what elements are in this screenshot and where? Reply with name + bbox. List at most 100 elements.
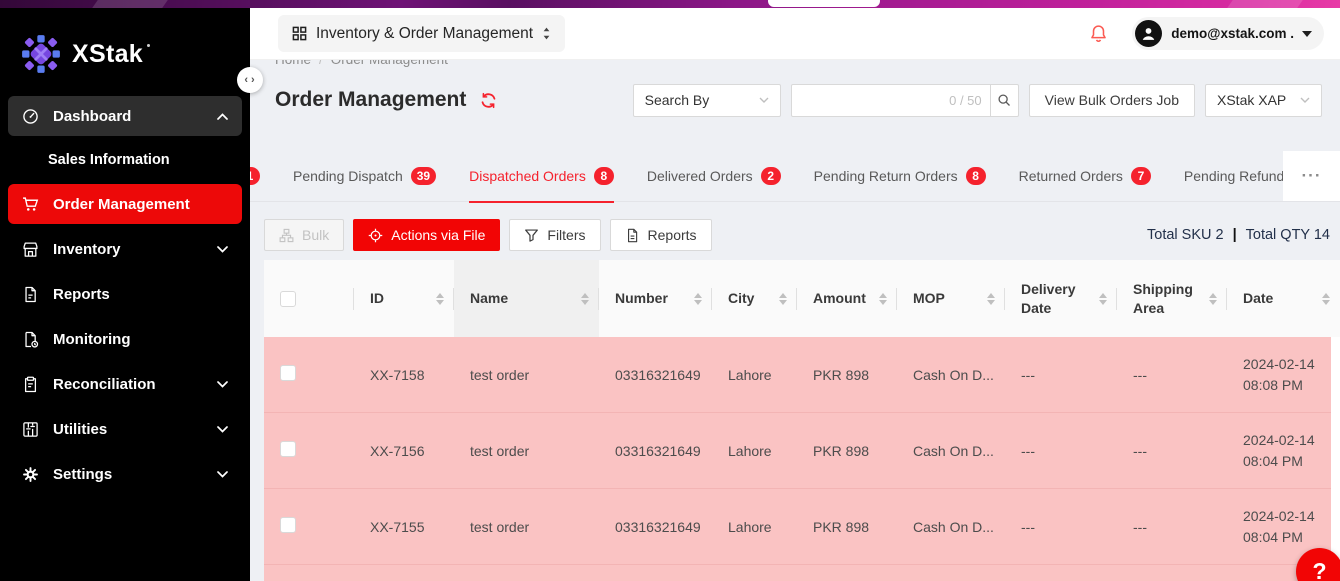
- sidebar-collapse-button[interactable]: ‹ ›: [237, 67, 263, 93]
- cell-delivery_date: ---: [1005, 519, 1117, 535]
- search-by-select[interactable]: Search By: [633, 84, 781, 117]
- sidebar-subitem-sales-information[interactable]: Sales Information: [0, 141, 250, 179]
- tab-label: Returned Orders: [1019, 168, 1123, 184]
- row-checkbox[interactable]: [280, 441, 296, 457]
- gear-icon: [22, 466, 39, 483]
- user-menu[interactable]: demo@xstak.com .: [1132, 17, 1324, 50]
- column-header-amount[interactable]: Amount: [797, 260, 897, 337]
- column-label: City: [728, 289, 754, 308]
- search-input[interactable]: [792, 85, 949, 116]
- toolbar: Bulk Actions via File Filters Report: [264, 219, 1330, 251]
- search-icon[interactable]: [990, 85, 1018, 116]
- sidebar-item-reconciliation[interactable]: Reconciliation: [8, 364, 242, 404]
- tab-pending-return-orders[interactable]: Pending Return Orders8: [814, 151, 986, 202]
- cell-date: 2024-02-14 08:04 PM: [1227, 506, 1331, 548]
- column-label: ID: [370, 289, 384, 308]
- report-file-icon: [625, 228, 640, 243]
- cart-icon: [22, 196, 39, 213]
- view-bulk-orders-job-button[interactable]: View Bulk Orders Job: [1029, 84, 1195, 117]
- table-row-partial: [264, 565, 1331, 581]
- cell-city: Lahore: [712, 443, 797, 459]
- total-sku: Total SKU 2: [1147, 227, 1224, 243]
- app-window: XStak DashboardSales InformationOrder Ma…: [0, 0, 1340, 581]
- up-down-arrows-icon: [542, 27, 551, 40]
- column-header-city[interactable]: City: [712, 260, 797, 337]
- tab-clipped-badge[interactable]: 1: [250, 167, 260, 185]
- more-tabs-button[interactable]: ···: [1283, 151, 1340, 201]
- cell-mop: Cash On D...: [897, 367, 1005, 383]
- actions-via-file-button[interactable]: Actions via File: [353, 219, 500, 251]
- logo-trademark-dot: [147, 44, 150, 47]
- row-select-cell: [264, 517, 354, 536]
- reports-label: Reports: [648, 227, 697, 243]
- tab-label: Pending Dispatch: [293, 168, 403, 184]
- dashboard-icon: [22, 108, 39, 125]
- row-checkbox[interactable]: [280, 517, 296, 533]
- column-header-name[interactable]: Name: [454, 260, 599, 337]
- sidebar-item-monitoring[interactable]: Monitoring: [8, 319, 242, 359]
- column-header-mop[interactable]: MOP: [897, 260, 1005, 337]
- bulk-button[interactable]: Bulk: [264, 219, 344, 251]
- sidebar-item-label: Dashboard: [53, 108, 131, 125]
- column-header-date[interactable]: Date: [1227, 260, 1340, 337]
- breadcrumb-home[interactable]: Home: [275, 60, 311, 67]
- notification-bell-icon[interactable]: [1089, 24, 1108, 43]
- table-row: XX-7158test order03316321649LahorePKR 89…: [264, 337, 1331, 413]
- cell-number: 03316321649: [599, 519, 712, 535]
- sort-icon: [871, 293, 887, 305]
- tab-dispatched-orders[interactable]: Dispatched Orders8: [469, 151, 614, 202]
- grid-icon: [292, 26, 307, 41]
- actions-via-file-label: Actions via File: [391, 227, 485, 243]
- sidebar-item-inventory[interactable]: Inventory: [8, 229, 242, 269]
- sidebar-item-dashboard[interactable]: Dashboard: [8, 96, 242, 136]
- cell-date: 2024-02-14 08:04 PM: [1227, 430, 1331, 472]
- column-label: Delivery Date: [1021, 280, 1091, 318]
- chevron-down-icon: [217, 246, 228, 253]
- chevron-down-icon: [217, 381, 228, 388]
- sidebar-item-label: Reconciliation: [53, 376, 156, 393]
- cell-amount: PKR 898: [797, 519, 897, 535]
- reports-button[interactable]: Reports: [610, 219, 712, 251]
- sort-icon: [1091, 293, 1107, 305]
- tab-returned-orders[interactable]: Returned Orders7: [1019, 151, 1151, 202]
- tab-count-badge: 2: [761, 167, 781, 185]
- column-label: Name: [470, 289, 508, 308]
- totals-divider: |: [1233, 227, 1237, 243]
- table-body: XX-7158test order03316321649LahorePKR 89…: [264, 337, 1340, 581]
- crosshair-icon: [368, 228, 383, 243]
- column-header-shipping-area[interactable]: Shipping Area: [1117, 260, 1227, 337]
- breadcrumb: Home/Order Management: [275, 60, 1340, 69]
- cell-number: 03316321649: [599, 367, 712, 383]
- select-all-checkbox[interactable]: [280, 291, 296, 307]
- column-header-delivery-date[interactable]: Delivery Date: [1005, 260, 1117, 337]
- sidebar: XStak DashboardSales InformationOrder Ma…: [0, 8, 250, 581]
- app-switcher[interactable]: Inventory & Order Management: [278, 15, 565, 52]
- file-sync-icon: [22, 331, 39, 348]
- column-header-id[interactable]: ID: [354, 260, 454, 337]
- filters-button[interactable]: Filters: [509, 219, 600, 251]
- xstak-xap-select[interactable]: XStak XAP: [1205, 84, 1322, 117]
- cell-amount: PKR 898: [797, 443, 897, 459]
- sidebar-item-reports[interactable]: Reports: [8, 274, 242, 314]
- search-input-group: 0 / 50: [791, 84, 1019, 117]
- sidebar-item-label: Inventory: [53, 241, 121, 258]
- tab-delivered-orders[interactable]: Delivered Orders2: [647, 151, 781, 202]
- sidebar-item-utilities[interactable]: Utilities: [8, 409, 242, 449]
- app-switcher-label: Inventory & Order Management: [316, 25, 533, 43]
- sidebar-item-order-management[interactable]: Order Management: [8, 184, 242, 224]
- page-title: Order Management: [275, 88, 466, 112]
- tab-label: Dispatched Orders: [469, 168, 586, 184]
- filter-icon: [524, 228, 539, 243]
- column-header-number[interactable]: Number: [599, 260, 712, 337]
- tab-pending-dispatch[interactable]: Pending Dispatch39: [293, 151, 436, 202]
- cell-name: test order: [454, 443, 599, 459]
- refresh-icon[interactable]: [480, 92, 497, 109]
- row-checkbox[interactable]: [280, 365, 296, 381]
- main-content: Home/Order Management Order Management S…: [250, 60, 1340, 581]
- browser-pill: [768, 0, 880, 7]
- sidebar-item-settings[interactable]: Settings: [8, 454, 242, 494]
- search-by-label: Search By: [645, 92, 710, 108]
- chevron-down-icon: [759, 97, 769, 103]
- tab-count-badge: 8: [966, 167, 986, 185]
- column-label: MOP: [913, 289, 945, 308]
